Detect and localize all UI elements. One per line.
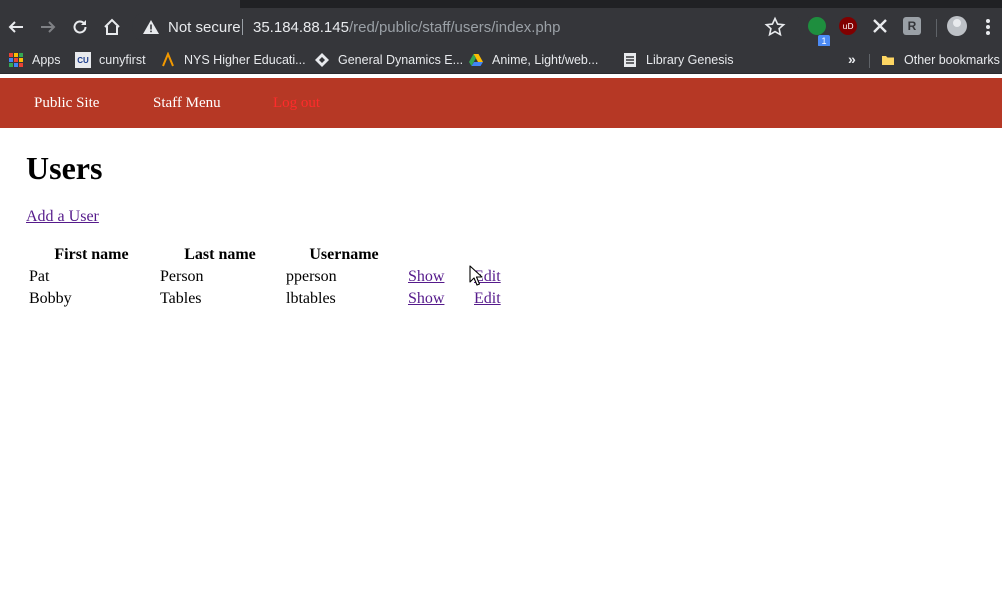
apps-grid-icon <box>8 52 24 68</box>
reload-button[interactable] <box>68 15 92 39</box>
bookmark-library-genesis[interactable]: Library Genesis <box>622 50 734 70</box>
rikaikun-icon[interactable]: R <box>903 17 921 35</box>
url-host: 35.184.88.145 <box>253 19 349 36</box>
address-bar[interactable]: Not secure 35.184.88.145/red/public/staf… <box>132 11 802 43</box>
bookmark-anime-light-web[interactable]: Anime, Light/web... <box>468 50 598 70</box>
first-name-cell: Bobby <box>29 290 72 307</box>
column-header-edit <box>471 244 531 266</box>
bookmark-general-dynamics[interactable]: General Dynamics E... <box>314 50 463 70</box>
show-cell: Show <box>405 266 471 288</box>
active-tab[interactable] <box>0 0 240 8</box>
column-header-username: Username <box>309 246 379 263</box>
show-link[interactable]: Show <box>408 268 444 285</box>
table-header-row: First name Last name Username <box>26 244 531 266</box>
bookmark-cunyfirst[interactable]: CU cunyfirst <box>75 50 146 70</box>
first-name-cell: Pat <box>29 268 50 285</box>
log-out-link[interactable]: Log out <box>273 95 320 112</box>
table-row: Pat Person pperson Show Edit <box>26 266 531 288</box>
cunyfirst-icon: CU <box>75 52 91 68</box>
nys-hesc-icon <box>160 52 176 68</box>
table-row: Bobby Tables lbtables Show Edit <box>26 288 531 310</box>
users-table: First name Last name Username Pat Person… <box>26 244 531 310</box>
folder-icon <box>880 52 896 68</box>
warning-triangle-icon <box>143 20 159 34</box>
edit-cell: Edit <box>471 288 531 310</box>
bookmark-nys-higher-education[interactable]: NYS Higher Educati... <box>160 50 306 70</box>
bookmark-label: Apps <box>32 53 61 67</box>
url-path: /red/public/staff/users/index.php <box>348 19 561 36</box>
bookmark-label: Anime, Light/web... <box>492 53 599 67</box>
bookmarks-overflow-chevron-icon[interactable]: » <box>848 51 856 67</box>
username-cell: lbtables <box>286 290 336 307</box>
add-user-link[interactable]: Add a User <box>26 208 99 226</box>
last-name-cell: Person <box>160 268 204 285</box>
tab-strip <box>0 0 1002 8</box>
browser-toolbar: Not secure 35.184.88.145/red/public/staf… <box>0 8 1002 47</box>
column-header-last-name: Last name <box>184 246 256 263</box>
url-text[interactable]: 35.184.88.145/red/public/staff/users/ind… <box>253 19 560 36</box>
page-title: Users <box>26 150 103 186</box>
bookmark-label: cunyfirst <box>99 53 146 67</box>
bookmark-label: General Dynamics E... <box>338 53 464 67</box>
mouse-pointer-icon <box>469 265 483 286</box>
home-button[interactable] <box>100 15 124 39</box>
staff-menu-link[interactable]: Staff Menu <box>153 95 221 112</box>
show-link[interactable]: Show <box>408 290 444 307</box>
back-arrow-icon <box>8 21 23 33</box>
general-dynamics-icon <box>314 52 330 68</box>
address-separator <box>242 19 243 35</box>
public-site-link[interactable]: Public Site <box>34 95 99 112</box>
edit-link[interactable]: Edit <box>474 290 501 307</box>
last-name-cell: Tables <box>160 290 202 307</box>
bookmarks-bar: Apps CU cunyfirst NYS Higher Educati... … <box>0 46 1002 74</box>
reload-icon <box>73 20 87 34</box>
chrome-menu-icon[interactable] <box>982 17 994 37</box>
bookmark-label: Other bookmarks <box>904 53 1000 67</box>
ublock-origin-icon[interactable]: uD <box>839 17 857 35</box>
profile-avatar-icon[interactable] <box>947 16 967 36</box>
bookmark-apps[interactable]: Apps <box>8 50 61 70</box>
site-navigation: Public Site Staff Menu Log out <box>0 78 1002 128</box>
bookmark-label: Library Genesis <box>646 53 734 67</box>
bookmark-star-icon[interactable] <box>764 16 786 38</box>
library-genesis-icon <box>622 52 638 68</box>
toolbar-divider <box>936 19 937 37</box>
back-button[interactable] <box>4 15 28 39</box>
crossed-tools-icon[interactable] <box>871 17 889 35</box>
username-cell: pperson <box>286 268 337 285</box>
bookmarks-divider <box>869 54 870 68</box>
bookmark-other-bookmarks[interactable]: Other bookmarks <box>880 50 1000 70</box>
google-drive-icon <box>468 52 484 68</box>
extension-green-icon[interactable] <box>808 17 826 35</box>
forward-button[interactable] <box>36 15 60 39</box>
bookmark-label: NYS Higher Educati... <box>184 53 306 67</box>
column-header-show <box>405 244 471 266</box>
column-header-first-name: First name <box>54 246 129 263</box>
forward-arrow-icon <box>41 21 56 33</box>
home-icon <box>104 18 120 35</box>
show-cell: Show <box>405 288 471 310</box>
security-label[interactable]: Not secure <box>168 19 241 36</box>
